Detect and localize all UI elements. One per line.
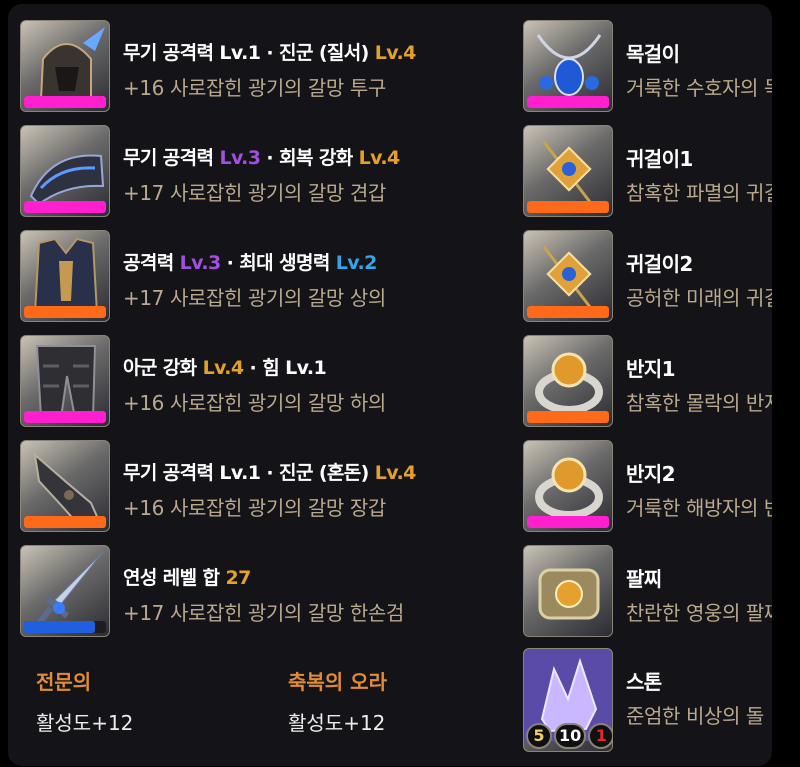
quality-bar xyxy=(24,411,106,423)
blessing-aura-value: 활성도+12 xyxy=(288,711,386,735)
engraving-level-badge: 10 xyxy=(554,723,587,749)
equipment-effects: 무기 공격력 Lv.1 · 진군 (질서) Lv.4 xyxy=(123,42,416,64)
equipment-effects: 연성 레벨 합 27 xyxy=(123,567,251,589)
accessory-thumbnail[interactable] xyxy=(523,545,613,637)
accessory-name: 거룩한 수호자의 목걸이 xyxy=(626,76,772,100)
equipment-effects: 무기 공격력 Lv.1 · 진군 (혼돈) Lv.4 xyxy=(123,462,416,484)
accessory-name: 거룩한 해방자의 반지 xyxy=(626,496,772,520)
equipment-slot[interactable]: 무기 공격력 Lv.1 · 진군 (질서) Lv.4 +16 사로잡힌 광기의 갈… xyxy=(20,20,500,114)
accessory-slot-label: 목걸이 xyxy=(626,42,680,66)
quality-bar xyxy=(24,201,106,213)
accessory-thumbnail[interactable] xyxy=(523,125,613,217)
equipment-effects: 공격력 Lv.3 · 최대 생명력 Lv.2 xyxy=(123,252,377,274)
accessory-slot[interactable]: 목걸이거룩한 수호자의 목걸이 xyxy=(523,20,772,114)
accessory-slot-label: 반지1 xyxy=(626,357,676,381)
quality-bar xyxy=(24,306,106,318)
equipment-thumbnail[interactable] xyxy=(20,335,110,427)
equipment-name: +16 사로잡힌 광기의 갈망 하의 xyxy=(123,391,386,415)
engraving-level-badge: 5 xyxy=(526,723,552,749)
quality-bar xyxy=(24,516,106,528)
accessory-slot-label: 귀걸이2 xyxy=(626,252,693,276)
accessory-name: 준엄한 비상의 돌 xyxy=(626,704,764,728)
accessory-name: 참혹한 파멸의 귀걸이 xyxy=(626,181,772,205)
accessory-thumbnail[interactable] xyxy=(523,335,613,427)
accessory-slot[interactable]: 반지2 거룩한 해방자의 반지 xyxy=(523,440,772,534)
bracelet-icon xyxy=(538,568,600,620)
accessory-slot-label: 반지2 xyxy=(626,462,676,486)
quality-bar xyxy=(527,516,609,528)
accessory-slot-label: 스톤 xyxy=(626,670,662,694)
equipment-name: +16 사로잡힌 광기의 갈망 투구 xyxy=(123,76,386,100)
equipment-effects: 무기 공격력 Lv.3 · 회복 강화 Lv.4 xyxy=(123,147,400,169)
equipment-slot[interactable]: 무기 공격력 Lv.3 · 회복 강화 Lv.4 +17 사로잡힌 광기의 갈망 … xyxy=(20,125,500,219)
quality-bar xyxy=(24,621,106,633)
quality-bar xyxy=(527,201,609,213)
engraving-level-badge: 1 xyxy=(588,723,612,749)
accessory-slot[interactable]: 팔찌찬란한 영웅의 팔찌 xyxy=(523,545,772,639)
accessory-name: 찬란한 영웅의 팔찌 xyxy=(626,601,772,625)
specialty-value: 활성도+12 xyxy=(36,711,134,735)
equipment-thumbnail[interactable] xyxy=(20,125,110,217)
equipment-slot[interactable]: 아군 강화 Lv.4 · 힘 Lv.1 +16 사로잡힌 광기의 갈망 하의 xyxy=(20,335,500,429)
equipment-slot[interactable]: 무기 공격력 Lv.1 · 진군 (혼돈) Lv.4 +16 사로잡힌 광기의 갈… xyxy=(20,440,500,534)
quality-bar xyxy=(527,306,609,318)
equipment-slot[interactable]: 공격력 Lv.3 · 최대 생명력 Lv.2 +17 사로잡힌 광기의 갈망 상의 xyxy=(20,230,500,324)
accessory-name: 공허한 미래의 귀걸이 xyxy=(626,286,772,310)
quality-bar xyxy=(527,411,609,423)
stone-engraving-badges: 5 10 1 xyxy=(526,723,612,749)
accessory-slot[interactable]: 귀걸이1 참혹한 파멸의 귀걸이 xyxy=(523,125,772,219)
equipment-panel: 무기 공격력 Lv.1 · 진군 (질서) Lv.4 +16 사로잡힌 광기의 갈… xyxy=(8,4,772,766)
accessory-name: 참혹한 몰락의 반지 xyxy=(626,391,772,415)
equipment-thumbnail[interactable] xyxy=(20,440,110,532)
accessory-slot-label: 귀걸이1 xyxy=(626,147,693,171)
equipment-thumbnail[interactable] xyxy=(20,20,110,112)
equipment-name: +17 사로잡힌 광기의 갈망 한손검 xyxy=(123,601,404,625)
accessory-slot[interactable]: 귀걸이2 공허한 미래의 귀걸이 xyxy=(523,230,772,324)
specialty-label: 전문의 xyxy=(36,670,92,694)
equipment-name: +17 사로잡힌 광기의 갈망 상의 xyxy=(123,286,386,310)
accessory-thumbnail[interactable]: 5 10 1 xyxy=(523,648,613,752)
accessory-slot[interactable]: 5 10 1 스톤준엄한 비상의 돌 xyxy=(523,648,772,752)
quality-bar xyxy=(527,96,609,108)
equipment-effects: 아군 강화 Lv.4 · 힘 Lv.1 xyxy=(123,357,327,379)
blessing-aura-label: 축복의 오라 xyxy=(288,670,387,694)
accessory-slot-label: 팔찌 xyxy=(626,567,662,591)
equipment-thumbnail[interactable] xyxy=(20,545,110,637)
quality-bar xyxy=(24,96,106,108)
accessory-thumbnail[interactable] xyxy=(523,230,613,322)
accessory-slot[interactable]: 반지1 참혹한 몰락의 반지 xyxy=(523,335,772,429)
accessory-thumbnail[interactable] xyxy=(523,440,613,532)
equipment-name: +17 사로잡힌 광기의 갈망 견갑 xyxy=(123,181,386,205)
equipment-slot[interactable]: 연성 레벨 합 27 +17 사로잡힌 광기의 갈망 한손검 xyxy=(20,545,500,639)
accessory-thumbnail[interactable] xyxy=(523,20,613,112)
equipment-thumbnail[interactable] xyxy=(20,230,110,322)
equipment-name: +16 사로잡힌 광기의 갈망 장갑 xyxy=(123,496,386,520)
